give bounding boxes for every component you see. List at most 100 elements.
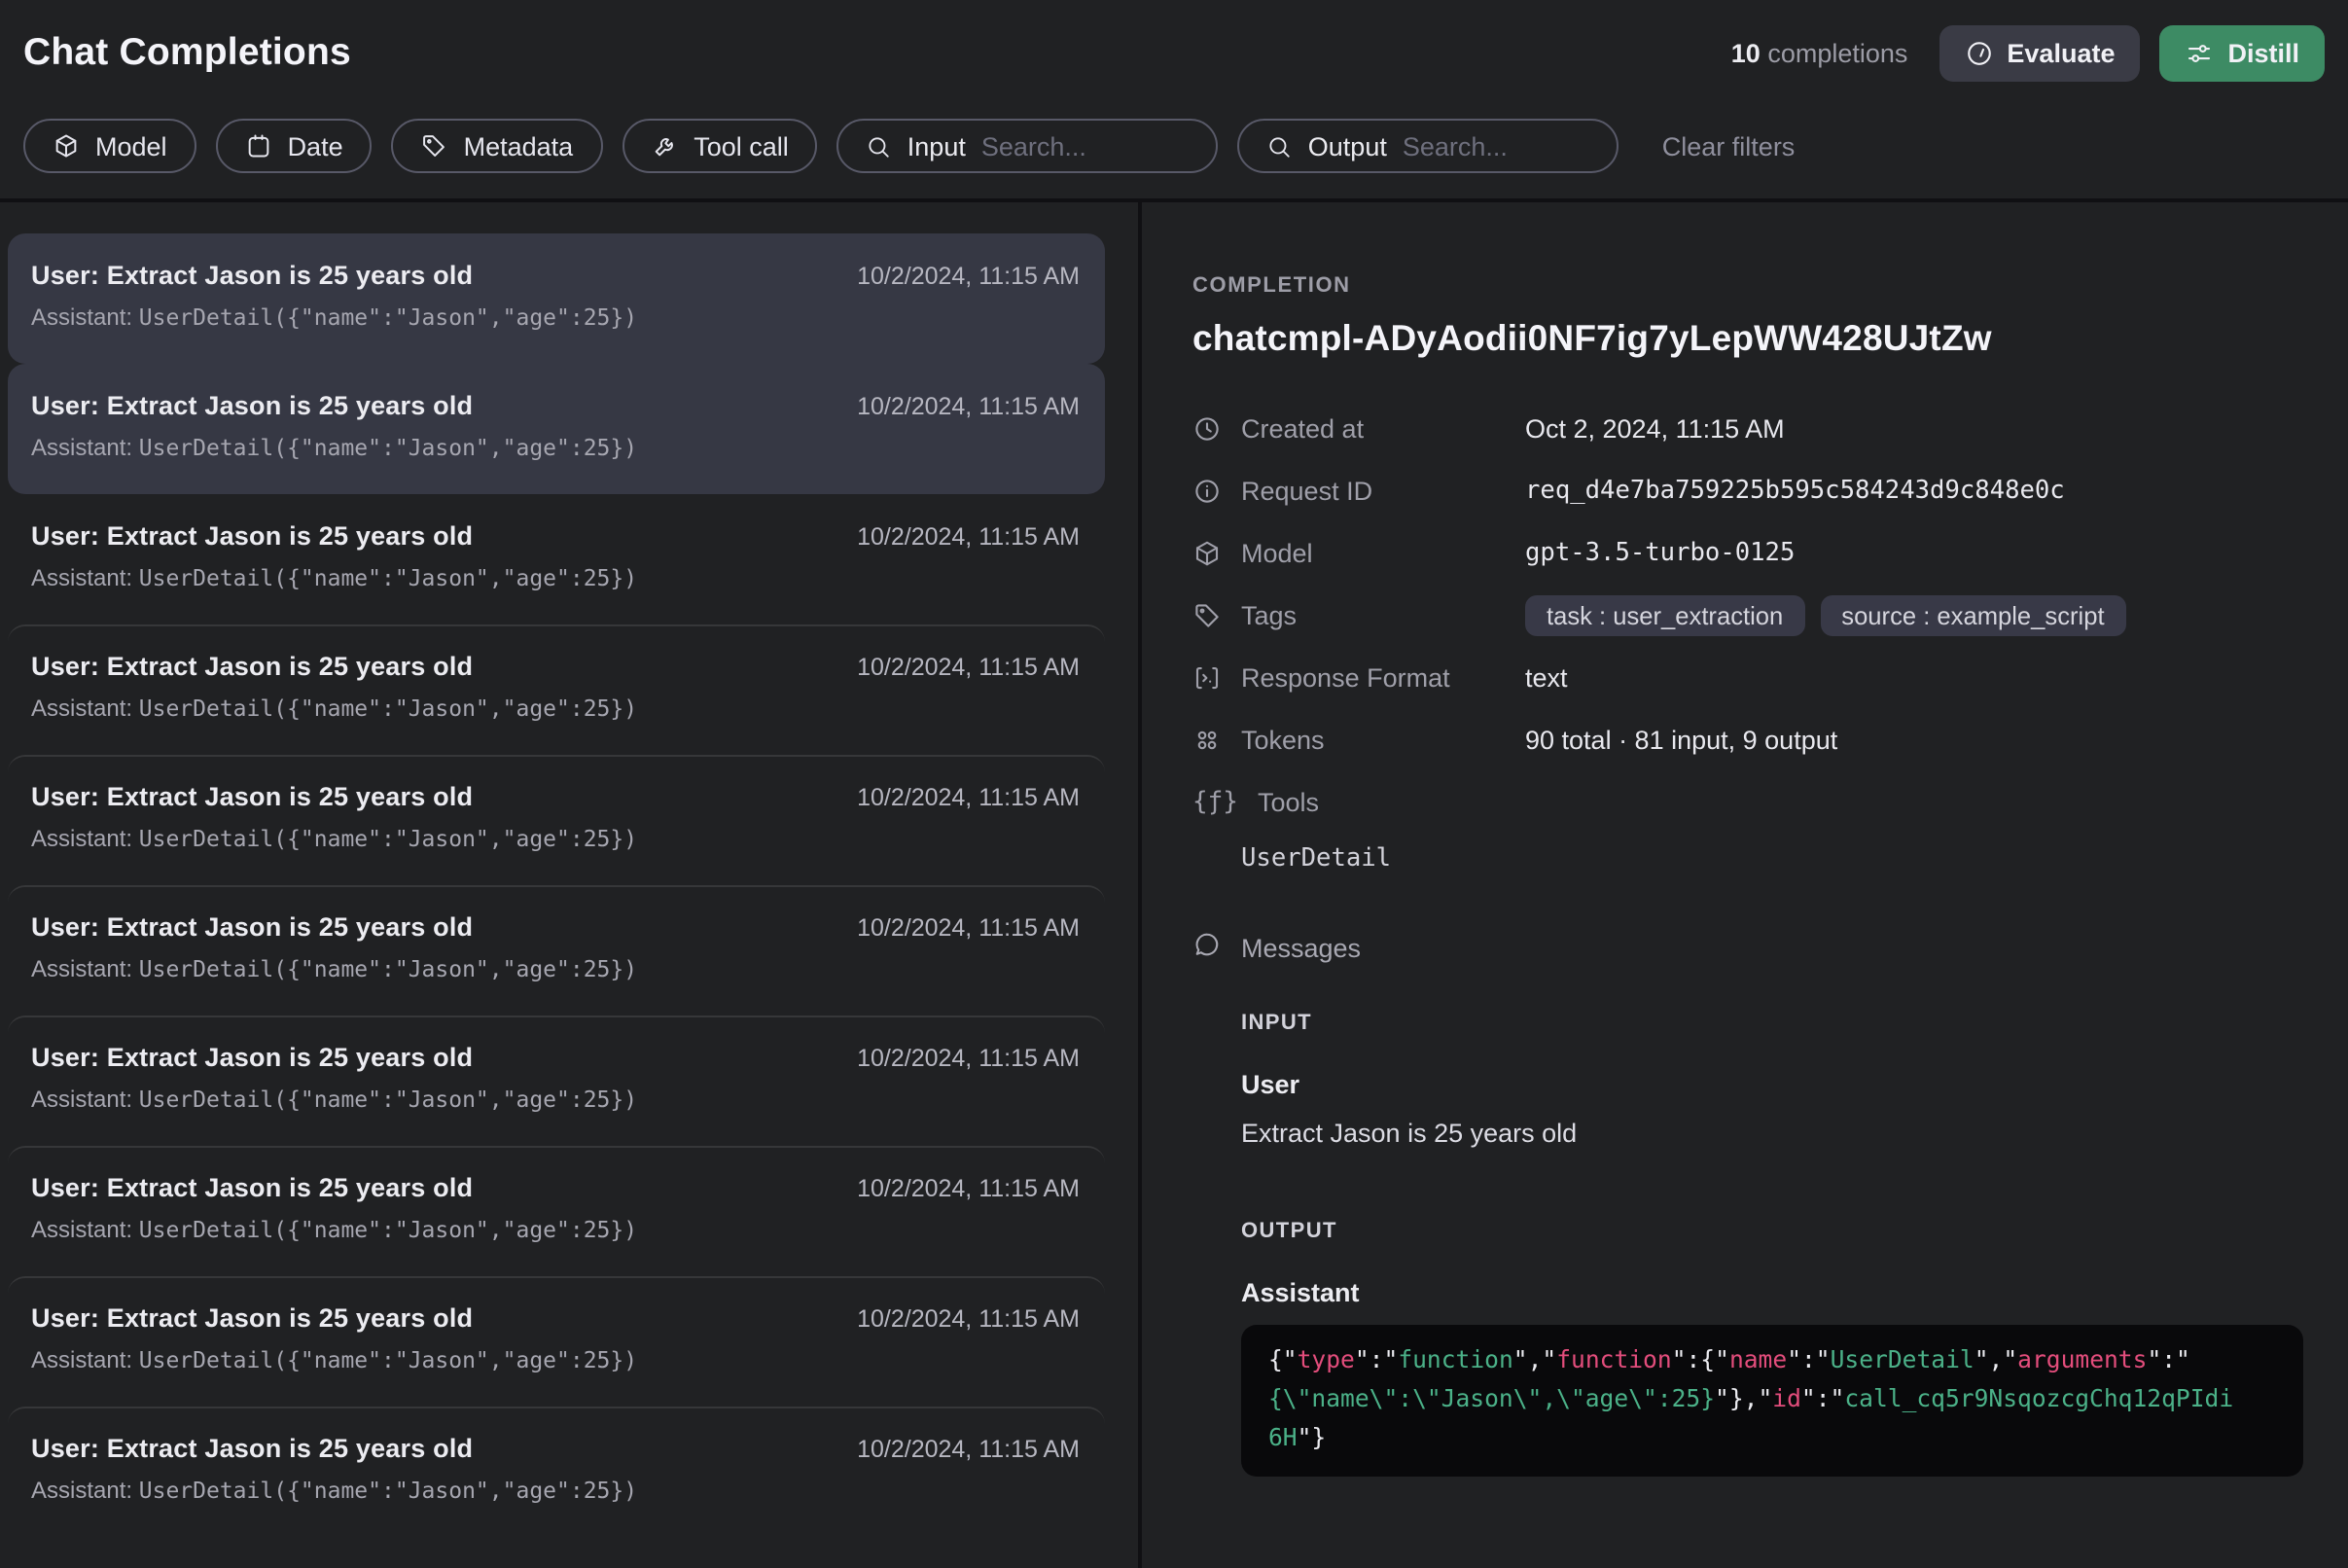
row-user-text: User: Extract Jason is 25 years old	[31, 1173, 473, 1202]
filter-bar: Model Date Metadata Tool call	[23, 119, 2325, 198]
calendar-icon	[245, 132, 272, 160]
meta-row-created: Created at Oct 2, 2024, 11:15 AM	[1192, 409, 2305, 449]
filter-model[interactable]: Model	[23, 119, 196, 173]
distill-button[interactable]: Distill	[2159, 25, 2325, 82]
completion-list-item[interactable]: User: Extract Jason is 25 years old 10/2…	[8, 364, 1105, 494]
metadata-list: Created at Oct 2, 2024, 11:15 AM Request…	[1192, 409, 2305, 873]
tag-chip: source : example_script	[1820, 595, 2125, 636]
meta-row-tools: {ƒ} Tools	[1192, 782, 2305, 823]
row-timestamp: 10/2/2024, 11:15 AM	[857, 654, 1080, 681]
row-timestamp: 10/2/2024, 11:15 AM	[857, 784, 1080, 811]
function-braces-icon: {ƒ}	[1192, 788, 1238, 817]
row-assistant-text: Assistant: UserDetail({"name":"Jason","a…	[31, 695, 1080, 722]
completion-detail-panel: COMPLETION chatcmpl-ADyAodii0NF7ig7yLepW…	[1142, 202, 2348, 1568]
completion-list-item[interactable]: User: Extract Jason is 25 years old 10/2…	[8, 1276, 1105, 1407]
row-assistant-text: Assistant: UserDetail({"name":"Jason","a…	[31, 1086, 1080, 1113]
header: Chat Completions 10 completions Evaluate	[0, 0, 2348, 198]
evaluate-button[interactable]: Evaluate	[1939, 25, 2140, 82]
tag-icon	[421, 132, 448, 160]
input-role: User	[1241, 1070, 2305, 1099]
token-grid-icon	[1192, 726, 1222, 755]
tag-icon	[1192, 601, 1222, 630]
model-value: gpt-3.5-turbo-0125	[1525, 539, 1795, 568]
row-user-text: User: Extract Jason is 25 years old	[31, 782, 473, 811]
row-user-text: User: Extract Jason is 25 years old	[31, 521, 473, 551]
completion-list-item[interactable]: User: Extract Jason is 25 years old 10/2…	[8, 233, 1105, 364]
meta-row-tags: Tags task : user_extractionsource : exam…	[1192, 595, 2305, 636]
row-user-text: User: Extract Jason is 25 years old	[31, 1043, 473, 1072]
output-search[interactable]: Output	[1238, 119, 1619, 173]
created-at-value: Oct 2, 2024, 11:15 AM	[1525, 414, 1785, 444]
row-user-text: User: Extract Jason is 25 years old	[31, 1434, 473, 1463]
filter-date[interactable]: Date	[216, 119, 373, 173]
compass-icon	[1964, 39, 1993, 68]
completion-list-item[interactable]: User: Extract Jason is 25 years old 10/2…	[8, 885, 1105, 1016]
completion-id: chatcmpl-ADyAodii0NF7ig7yLepWW428UJtZw	[1192, 317, 2305, 360]
clear-filters-link[interactable]: Clear filters	[1662, 131, 1796, 160]
meta-row-request-id: Request ID req_d4e7ba759225b595c584243d9…	[1192, 471, 2305, 512]
row-timestamp: 10/2/2024, 11:15 AM	[857, 914, 1080, 942]
cube-icon	[1192, 539, 1222, 568]
page-title: Chat Completions	[23, 31, 351, 76]
input-section-label: INPUT	[1241, 1012, 2305, 1035]
row-timestamp: 10/2/2024, 11:15 AM	[857, 523, 1080, 551]
row-assistant-text: Assistant: UserDetail({"name":"Jason","a…	[31, 955, 1080, 982]
input-search[interactable]: Input	[837, 119, 1219, 173]
messages-section-header: Messages	[1192, 930, 2305, 965]
wrench-icon	[651, 132, 678, 160]
chat-bubble-icon	[1192, 930, 1222, 965]
row-assistant-text: Assistant: UserDetail({"name":"Jason","a…	[31, 434, 1080, 461]
row-timestamp: 10/2/2024, 11:15 AM	[857, 263, 1080, 290]
request-id-value: req_d4e7ba759225b595c584243d9c848e0c	[1525, 477, 2065, 506]
row-timestamp: 10/2/2024, 11:15 AM	[857, 1305, 1080, 1333]
cube-icon	[53, 132, 80, 160]
meta-row-response-format: Response Format text	[1192, 658, 2305, 698]
row-user-text: User: Extract Jason is 25 years old	[31, 912, 473, 942]
row-user-text: User: Extract Jason is 25 years old	[31, 391, 473, 420]
completion-list-item[interactable]: User: Extract Jason is 25 years old 10/2…	[8, 494, 1105, 624]
app-window: Chat Completions 10 completions Evaluate	[0, 0, 2348, 1543]
search-icon	[1267, 133, 1293, 159]
completion-list-item[interactable]: User: Extract Jason is 25 years old 10/2…	[8, 755, 1105, 885]
clock-icon	[1192, 414, 1222, 444]
row-assistant-text: Assistant: UserDetail({"name":"Jason","a…	[31, 1477, 1080, 1504]
brackets-icon	[1192, 663, 1222, 693]
tokens-value: 90 total · 81 input, 9 output	[1525, 726, 1837, 755]
output-search-field[interactable]	[1403, 131, 1590, 160]
completion-list-item[interactable]: User: Extract Jason is 25 years old 10/2…	[8, 1016, 1105, 1146]
completions-list[interactable]: User: Extract Jason is 25 years old 10/2…	[0, 202, 1142, 1568]
row-assistant-text: Assistant: UserDetail({"name":"Jason","a…	[31, 1346, 1080, 1373]
output-role: Assistant	[1241, 1278, 2305, 1307]
output-code-block: {"type":"function","function":{"name":"U…	[1241, 1325, 2303, 1476]
filter-tool-call[interactable]: Tool call	[622, 119, 818, 173]
completion-list-item[interactable]: User: Extract Jason is 25 years old 10/2…	[8, 624, 1105, 755]
tool-name: UserDetail	[1241, 844, 2305, 873]
row-assistant-text: Assistant: UserDetail({"name":"Jason","a…	[31, 303, 1080, 331]
row-timestamp: 10/2/2024, 11:15 AM	[857, 393, 1080, 420]
completions-count: 10 completions	[1731, 39, 1908, 68]
meta-row-tokens: Tokens 90 total · 81 input, 9 output	[1192, 720, 2305, 761]
section-label: COMPLETION	[1192, 274, 2305, 298]
output-section-label: OUTPUT	[1241, 1220, 2305, 1243]
completion-list-item[interactable]: User: Extract Jason is 25 years old 10/2…	[8, 1146, 1105, 1276]
input-message-text: Extract Jason is 25 years old	[1241, 1119, 2305, 1148]
row-user-text: User: Extract Jason is 25 years old	[31, 652, 473, 681]
row-user-text: User: Extract Jason is 25 years old	[31, 261, 473, 290]
row-timestamp: 10/2/2024, 11:15 AM	[857, 1175, 1080, 1202]
input-search-field[interactable]	[981, 131, 1190, 160]
row-assistant-text: Assistant: UserDetail({"name":"Jason","a…	[31, 825, 1080, 852]
filter-metadata[interactable]: Metadata	[392, 119, 603, 173]
meta-row-model: Model gpt-3.5-turbo-0125	[1192, 533, 2305, 574]
row-assistant-text: Assistant: UserDetail({"name":"Jason","a…	[31, 1216, 1080, 1243]
tag-chip: task : user_extraction	[1525, 595, 1804, 636]
tag-chips: task : user_extraction source : example_s…	[1525, 595, 2126, 636]
row-timestamp: 10/2/2024, 11:15 AM	[857, 1436, 1080, 1463]
completion-list-item[interactable]: User: Extract Jason is 25 years old 10/2…	[8, 1407, 1105, 1537]
row-assistant-text: Assistant: UserDetail({"name":"Jason","a…	[31, 564, 1080, 591]
row-timestamp: 10/2/2024, 11:15 AM	[857, 1045, 1080, 1072]
info-icon	[1192, 477, 1222, 506]
response-format-value: text	[1525, 663, 1568, 693]
sliders-icon	[2185, 39, 2214, 68]
search-icon	[867, 133, 892, 159]
row-user-text: User: Extract Jason is 25 years old	[31, 1303, 473, 1333]
